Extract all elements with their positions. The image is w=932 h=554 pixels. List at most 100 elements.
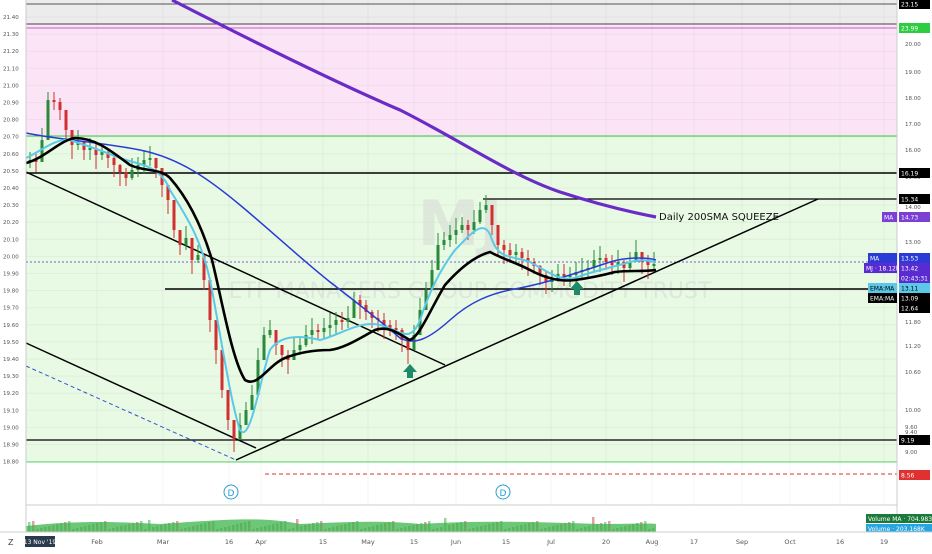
candle-body bbox=[40, 140, 44, 162]
candle-body bbox=[442, 240, 446, 245]
dividend-marker-2-label: D bbox=[500, 489, 507, 499]
price-label: 8.56 bbox=[901, 473, 915, 480]
candle-body bbox=[322, 328, 326, 332]
time-axis-tick-label: Feb bbox=[91, 538, 103, 546]
candle-body bbox=[58, 102, 62, 110]
squeeze-annotation: Daily 200SMA SQUEEZE bbox=[659, 212, 779, 223]
price-label: MA bbox=[870, 256, 880, 263]
candle-body bbox=[184, 238, 188, 245]
right-axis-tick-label: 10.00 bbox=[905, 408, 921, 414]
left-axis-tick-label: 19.30 bbox=[3, 374, 19, 380]
candle-body bbox=[646, 262, 650, 265]
candle-body bbox=[316, 330, 320, 332]
candle-body bbox=[334, 320, 338, 325]
candle-body bbox=[436, 245, 440, 270]
time-axis-tick-label: 15 bbox=[319, 538, 327, 546]
candle-body bbox=[64, 110, 68, 130]
right-axis-tick-label: 19.00 bbox=[905, 70, 921, 76]
candle-body bbox=[496, 225, 500, 245]
left-axis-tick-label: 21.30 bbox=[3, 32, 19, 38]
time-axis-tick-label: 16 bbox=[836, 538, 844, 546]
candle-body bbox=[190, 238, 194, 260]
left-axis-tick-label: 20.20 bbox=[3, 220, 19, 226]
candle-body bbox=[484, 205, 488, 210]
left-axis-tick-label: 19.00 bbox=[3, 425, 19, 431]
left-axis-tick-label: 20.00 bbox=[3, 254, 19, 260]
left-axis-tick-label: 19.80 bbox=[3, 289, 19, 295]
price-label: 02:43:31 bbox=[901, 276, 928, 283]
candle-body bbox=[172, 200, 176, 230]
candle-body bbox=[154, 158, 158, 168]
candle-body bbox=[448, 235, 452, 240]
left-axis-tick-label: 19.60 bbox=[3, 323, 19, 329]
time-axis-tick-label: 15 bbox=[502, 538, 510, 546]
price-label: 12.64 bbox=[901, 306, 918, 313]
candle-body bbox=[466, 225, 470, 230]
left-axis-tick-label: 21.40 bbox=[3, 15, 19, 21]
left-axis-tick-label: 21.10 bbox=[3, 66, 19, 72]
timezone-toggle[interactable]: Z bbox=[8, 538, 14, 547]
dividend-marker-2[interactable]: D bbox=[495, 484, 511, 500]
candle-body bbox=[478, 210, 482, 222]
left-axis-bg bbox=[0, 0, 26, 532]
watermark-subtitle: ETF MANAGERS GROUP COMMODITY TRUST bbox=[229, 279, 712, 304]
candle-body bbox=[652, 264, 656, 266]
candle-body bbox=[454, 230, 458, 235]
right-axis-tick-label: 11.20 bbox=[905, 344, 921, 350]
price-label: EMA:MA bbox=[870, 286, 895, 293]
time-axis-tick-label: 19 bbox=[880, 538, 888, 546]
left-axis-tick-label: 18.90 bbox=[3, 443, 19, 449]
time-axis-tick-label: 15 bbox=[410, 538, 418, 546]
candle-body bbox=[460, 225, 464, 230]
candle-body bbox=[112, 158, 116, 165]
dividend-marker-1[interactable]: D bbox=[223, 484, 239, 500]
time-axis-tick-label: Sep bbox=[736, 538, 748, 546]
candle-body bbox=[244, 410, 248, 425]
price-chart[interactable]: MJ ETF MANAGERS GROUP COMMODITY TRUST Da… bbox=[0, 0, 932, 550]
right-axis-tick-label: 14.00 bbox=[905, 205, 921, 211]
candle-body bbox=[88, 148, 92, 150]
left-axis-tick-label: 20.90 bbox=[3, 101, 19, 107]
left-axis-tick-label: 20.40 bbox=[3, 186, 19, 192]
right-axis-tick-label: 17.00 bbox=[905, 122, 921, 128]
right-axis-tick-label: 18.00 bbox=[905, 96, 921, 102]
candle-body bbox=[148, 158, 152, 160]
volume-label: Volume MA · 704.983K bbox=[868, 516, 932, 523]
time-axis-tick-label: 17 bbox=[690, 538, 698, 546]
candle-body bbox=[130, 170, 134, 178]
candle-body bbox=[604, 258, 608, 262]
left-axis-tick-label: 21.20 bbox=[3, 49, 19, 55]
candle-body bbox=[262, 335, 266, 360]
candle-body bbox=[346, 318, 350, 322]
price-label: 15.34 bbox=[901, 197, 918, 204]
symbol-watermark: MJ bbox=[418, 187, 503, 260]
time-axis-tick-label: Mar bbox=[157, 538, 170, 546]
candle-body bbox=[340, 320, 344, 322]
right-axis-tick-label: 10.60 bbox=[905, 370, 921, 376]
price-label: 9.19 bbox=[901, 438, 915, 445]
candle-body bbox=[196, 255, 200, 260]
left-axis-tick-label: 19.90 bbox=[3, 272, 19, 278]
dividend-marker-1-label: D bbox=[228, 489, 235, 499]
time-axis-tick-label: Jul bbox=[546, 538, 555, 546]
candle-body bbox=[118, 165, 122, 172]
candle-body bbox=[178, 230, 182, 245]
candle-body bbox=[310, 330, 314, 335]
candle-body bbox=[298, 345, 302, 350]
left-axis-tick-label: 19.70 bbox=[3, 306, 19, 312]
candle-body bbox=[472, 222, 476, 230]
candle-body bbox=[508, 250, 512, 255]
left-axis-tick-label: 21.00 bbox=[3, 83, 19, 89]
right-axis-tick-label: 16.00 bbox=[905, 148, 921, 154]
candle-body bbox=[52, 100, 56, 102]
price-label: 16.19 bbox=[901, 171, 918, 178]
candle-body bbox=[490, 205, 494, 225]
price-label: MA bbox=[884, 215, 894, 222]
time-axis-tick-label: Apr bbox=[255, 538, 267, 546]
candle-body bbox=[232, 420, 236, 440]
time-axis-tick-label: Aug bbox=[646, 538, 659, 546]
candle-body bbox=[514, 252, 518, 255]
candle-body bbox=[280, 345, 284, 355]
time-axis-tick-label: May bbox=[361, 538, 375, 546]
price-label: 13.53 bbox=[901, 256, 918, 263]
